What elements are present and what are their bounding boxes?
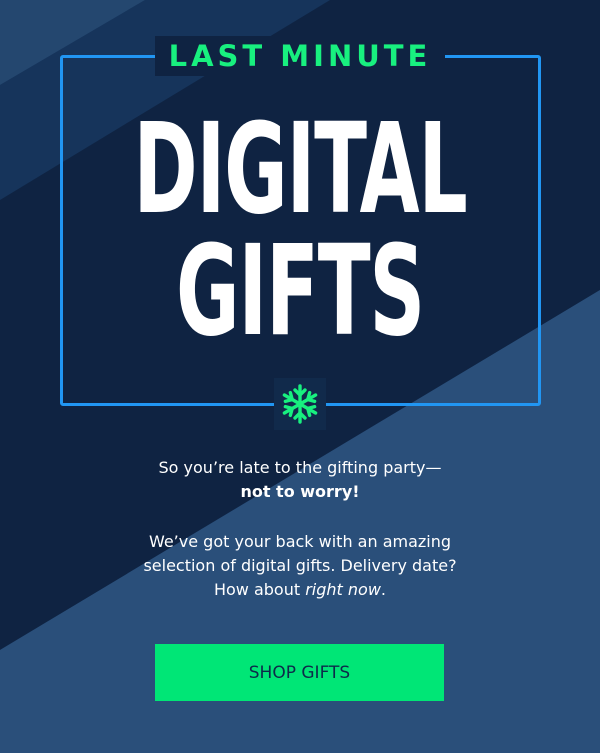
intro-line: So you’re late to the gifting party— [158, 458, 442, 477]
eyebrow-text: LAST MINUTE [154, 36, 446, 76]
eyebrow: LAST MINUTE [0, 36, 600, 76]
body-line-3-italic: right now [305, 580, 381, 599]
intro-bold-line: not to worry! [240, 482, 360, 501]
email-hero: LAST MINUTE DIGITAL GIFTS So you’re late… [0, 0, 600, 753]
body-line-2: selection of digital gifts. Delivery dat… [143, 556, 457, 575]
headline-gifts: GIFTS [176, 219, 425, 364]
headline-line-2: GIFTS [0, 219, 600, 364]
body-line-1: We’ve got your back with an amazing [148, 532, 452, 551]
snowflake-icon [274, 378, 326, 430]
intro-paragraph: So you’re late to the gifting party— not… [0, 456, 600, 504]
body-line-3: How about right now. [0, 578, 600, 602]
headline-digital: DIGITAL [133, 97, 467, 242]
body-paragraph: We’ve got your back with an amazing sele… [0, 530, 600, 602]
body-line-3-suffix: . [380, 580, 387, 599]
headline-line-1: DIGITAL [0, 97, 600, 242]
body-line-3-prefix: How about [213, 580, 306, 599]
shop-gifts-button[interactable]: SHOP GIFTS [155, 644, 444, 701]
